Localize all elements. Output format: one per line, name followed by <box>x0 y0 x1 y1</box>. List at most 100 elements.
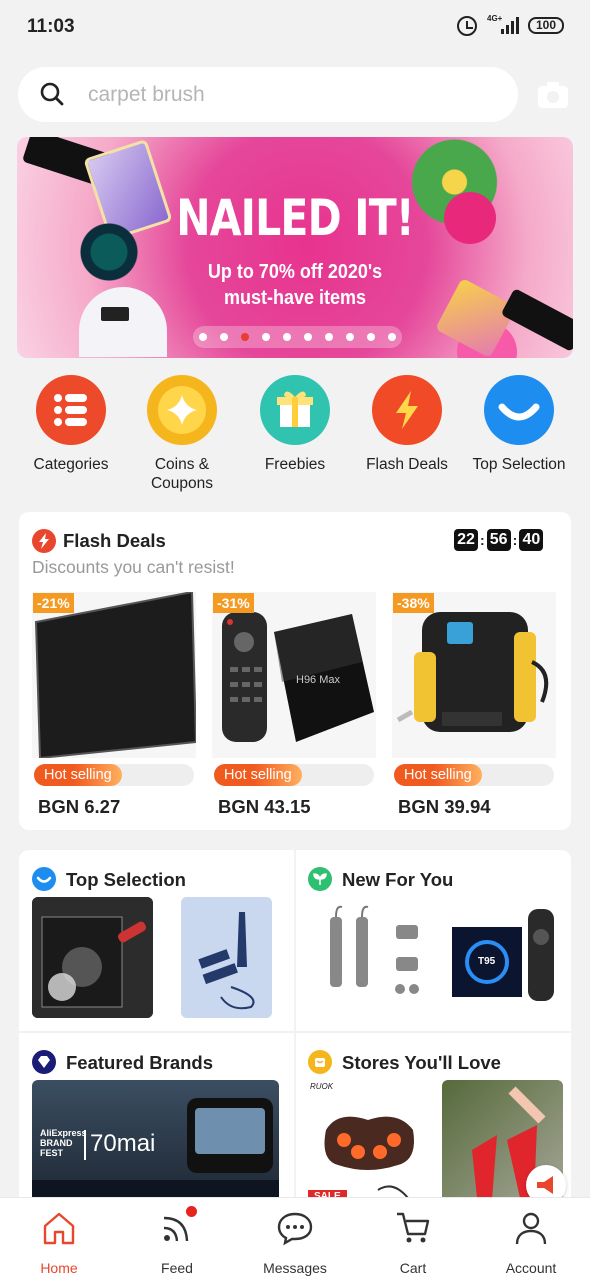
categories-icon <box>36 375 106 445</box>
hot-selling-label: Hot selling <box>214 764 302 786</box>
flash-deals-card[interactable]: Flash Deals Discounts you can't resist! … <box>19 512 571 830</box>
new-for-you-section[interactable]: New For You T95 <box>295 850 571 1033</box>
brand-banner-70mai[interactable]: AliExpress BRAND FEST 70mai <box>32 1080 279 1210</box>
carousel-dot[interactable] <box>241 333 249 341</box>
flash-deal-product[interactable]: H96 Max -31% Hot selling BGN 43.15 <box>212 592 376 822</box>
countdown-timer: 22: 56: 40 <box>454 529 544 551</box>
product-price: BGN 6.27 <box>38 796 121 817</box>
featured-brands-section[interactable]: Featured Brands AliExpress BRAND FEST 70ma… <box>19 1033 295 1216</box>
brand-name: 70mai <box>90 1130 156 1157</box>
product-image-label: T95 <box>478 956 496 967</box>
product-image-tv-box: H96 Max <box>212 592 376 758</box>
carousel-dot[interactable] <box>346 333 354 341</box>
carousel-dot[interactable] <box>199 333 207 341</box>
search-input[interactable] <box>88 79 488 111</box>
nav-messages[interactable]: Messages <box>236 1198 354 1280</box>
timer-hours: 22 <box>454 529 478 551</box>
flash-icon <box>32 529 56 553</box>
store-logo: RUOK <box>310 1082 334 1091</box>
banner-subline: must-have items <box>223 287 367 309</box>
quick-link-label: Freebies <box>264 456 326 473</box>
nav-label: Messages <box>263 1260 327 1276</box>
top-selection-section[interactable]: Top Selection <box>19 850 295 1033</box>
divider <box>84 1130 86 1160</box>
hot-selling-bar: Hot selling <box>394 764 554 786</box>
brand-fest-label: AliExpress BRAND FEST <box>40 1128 87 1158</box>
product-price: BGN 43.15 <box>218 796 311 817</box>
product-price: BGN 39.94 <box>398 796 491 817</box>
nav-account[interactable]: Account <box>472 1198 590 1280</box>
quick-link-categories[interactable]: Categories <box>15 375 127 474</box>
home-icon <box>43 1212 75 1245</box>
carousel-dots[interactable] <box>193 326 402 348</box>
sprout-icon <box>308 867 332 891</box>
product-image-air-compressor <box>392 592 556 758</box>
timer-seconds: 40 <box>519 529 544 551</box>
search-icon <box>40 82 64 106</box>
dashcam-image <box>187 1098 273 1173</box>
nav-label: Feed <box>161 1260 193 1276</box>
product-image-brush-set[interactable] <box>181 897 272 1018</box>
discount-badge: -31% <box>213 593 254 613</box>
quick-link-flash-deals[interactable]: Flash Deals <box>351 375 463 474</box>
smile-icon <box>32 867 56 891</box>
carousel-dot[interactable] <box>304 333 312 341</box>
quick-link-label: Flash Deals <box>366 456 448 473</box>
discount-badge: -38% <box>393 593 434 613</box>
discount-badge: -21% <box>33 593 74 613</box>
search-bar[interactable] <box>18 67 518 122</box>
quick-link-coins-coupons[interactable]: Coins & Coupons <box>126 375 238 493</box>
carousel-dot[interactable] <box>388 333 396 341</box>
flash-deals-title: Flash Deals <box>63 530 166 551</box>
hot-selling-bar: Hot selling <box>34 764 194 786</box>
quick-link-freebies[interactable]: Freebies <box>239 375 351 474</box>
carousel-dot[interactable] <box>367 333 375 341</box>
product-image-massager[interactable]: RUOK SALE <box>308 1080 429 1210</box>
store-icon <box>308 1050 332 1074</box>
carousel-dot[interactable] <box>283 333 291 341</box>
camera-icon[interactable] <box>536 78 570 112</box>
nav-cart[interactable]: Cart <box>354 1198 472 1280</box>
quick-link-label: Categories <box>33 456 109 473</box>
carousel-dot[interactable] <box>220 333 228 341</box>
account-icon <box>515 1212 547 1245</box>
bottom-navigation: Home Feed Messages Cart Account <box>0 1197 590 1280</box>
section-title: Stores You'll Love <box>342 1052 501 1073</box>
hot-selling-label: Hot selling <box>34 764 122 786</box>
carousel-dot[interactable] <box>262 333 270 341</box>
coins-icon <box>147 375 217 445</box>
carousel-dot[interactable] <box>325 333 333 341</box>
nav-home[interactable]: Home <box>0 1198 118 1280</box>
product-image-hooks[interactable] <box>308 897 429 1018</box>
signal-icon <box>501 16 521 34</box>
flash-icon <box>372 375 442 445</box>
battery-icon: 100 <box>528 17 564 34</box>
quick-links: Categories Coins & Coupons Freebies Flas… <box>0 375 590 505</box>
status-bar: 11:03 4G+ 100 <box>0 0 590 52</box>
smile-icon <box>484 375 554 445</box>
product-image-pc-cleaning[interactable] <box>32 897 153 1018</box>
quick-link-label: Top Selection <box>472 456 566 473</box>
hot-selling-label: Hot selling <box>394 764 482 786</box>
nav-feed[interactable]: Feed <box>118 1198 236 1280</box>
flash-deal-product[interactable]: -21% Hot selling BGN 6.27 <box>32 590 198 822</box>
discover-grid: Top Selection New For You T95 Featured B… <box>19 850 571 1210</box>
promo-banner[interactable]: NAILED IT! Up to 70% off 2020's must-hav… <box>17 137 573 358</box>
nav-label: Account <box>505 1260 557 1276</box>
section-title: New For You <box>342 869 454 890</box>
cart-icon <box>397 1212 430 1243</box>
nav-label: Home <box>40 1260 78 1276</box>
messages-icon <box>277 1212 313 1246</box>
product-image-label: H96 Max <box>296 674 341 686</box>
hot-selling-bar: Hot selling <box>214 764 374 786</box>
nav-label: Cart <box>399 1260 427 1276</box>
feed-notification-dot <box>186 1206 197 1217</box>
diamond-icon <box>32 1050 56 1074</box>
quick-link-top-selection[interactable]: Top Selection <box>463 375 575 474</box>
product-image-mousepad <box>32 590 198 760</box>
status-time: 11:03 <box>27 16 75 37</box>
product-image-t95-box[interactable]: T95 <box>438 897 559 1018</box>
flash-deals-subtitle: Discounts you can't resist! <box>32 557 235 577</box>
section-title: Top Selection <box>66 869 186 890</box>
flash-deal-product[interactable]: -38% Hot selling BGN 39.94 <box>392 592 556 822</box>
